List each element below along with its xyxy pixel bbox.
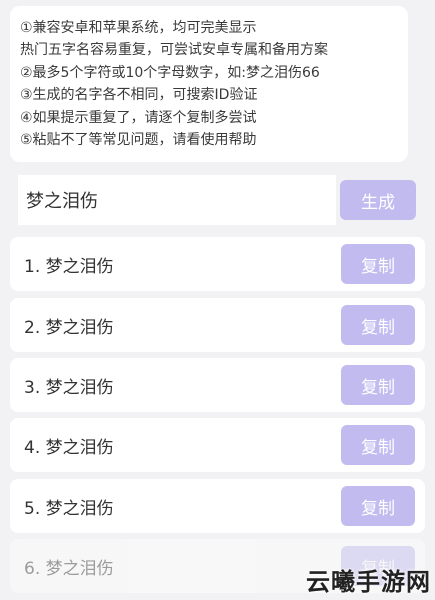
instruction-line: ④如果提示重复了，请逐个复制多尝试 (20, 109, 257, 126)
result-row: 1. 梦之泪伤 复制 (10, 237, 425, 291)
result-name: 1. 梦之泪伤 (24, 256, 114, 277)
instruction-line: 热门五字名容易重复，可尝试安卓专属和备用方案 (20, 42, 328, 59)
result-row: 4. 梦之泪伤 复制 (10, 418, 425, 472)
generate-button[interactable]: 生成 (340, 180, 416, 220)
watermark-logo: 云曦手游网 (306, 568, 431, 596)
copy-button[interactable]: 复制 (341, 486, 415, 526)
instruction-line: ②最多5个字符或10个字母数字，如:梦之泪伤66 (20, 64, 320, 81)
copy-button[interactable]: 复制 (341, 425, 415, 465)
copy-button[interactable]: 复制 (341, 305, 415, 345)
result-row: 2. 梦之泪伤 复制 (10, 298, 425, 352)
name-input-row: 生成 (10, 172, 425, 228)
instruction-line: ①兼容安卓和苹果系统，均可完美显示 (20, 20, 257, 36)
copy-button[interactable]: 复制 (341, 244, 415, 284)
name-input[interactable] (18, 175, 336, 225)
result-name: 4. 梦之泪伤 (24, 437, 114, 458)
result-name: 2. 梦之泪伤 (24, 317, 114, 338)
instruction-line: ⑤粘贴不了等常见问题，请看使用帮助 (20, 132, 257, 149)
copy-button[interactable]: 复制 (341, 365, 415, 405)
result-name: 5. 梦之泪伤 (24, 498, 114, 519)
instructions-card: ①兼容安卓和苹果系统，均可完美显示 热门五字名容易重复，可尝试安卓专属和备用方案… (10, 6, 408, 162)
result-row: 3. 梦之泪伤 复制 (10, 358, 425, 412)
result-name: 3. 梦之泪伤 (24, 377, 114, 398)
result-row: 5. 梦之泪伤 复制 (10, 479, 425, 533)
result-name: 6. 梦之泪伤 (24, 558, 114, 579)
instruction-line: ③生成的名字各不相同，可搜索ID验证 (20, 87, 258, 104)
